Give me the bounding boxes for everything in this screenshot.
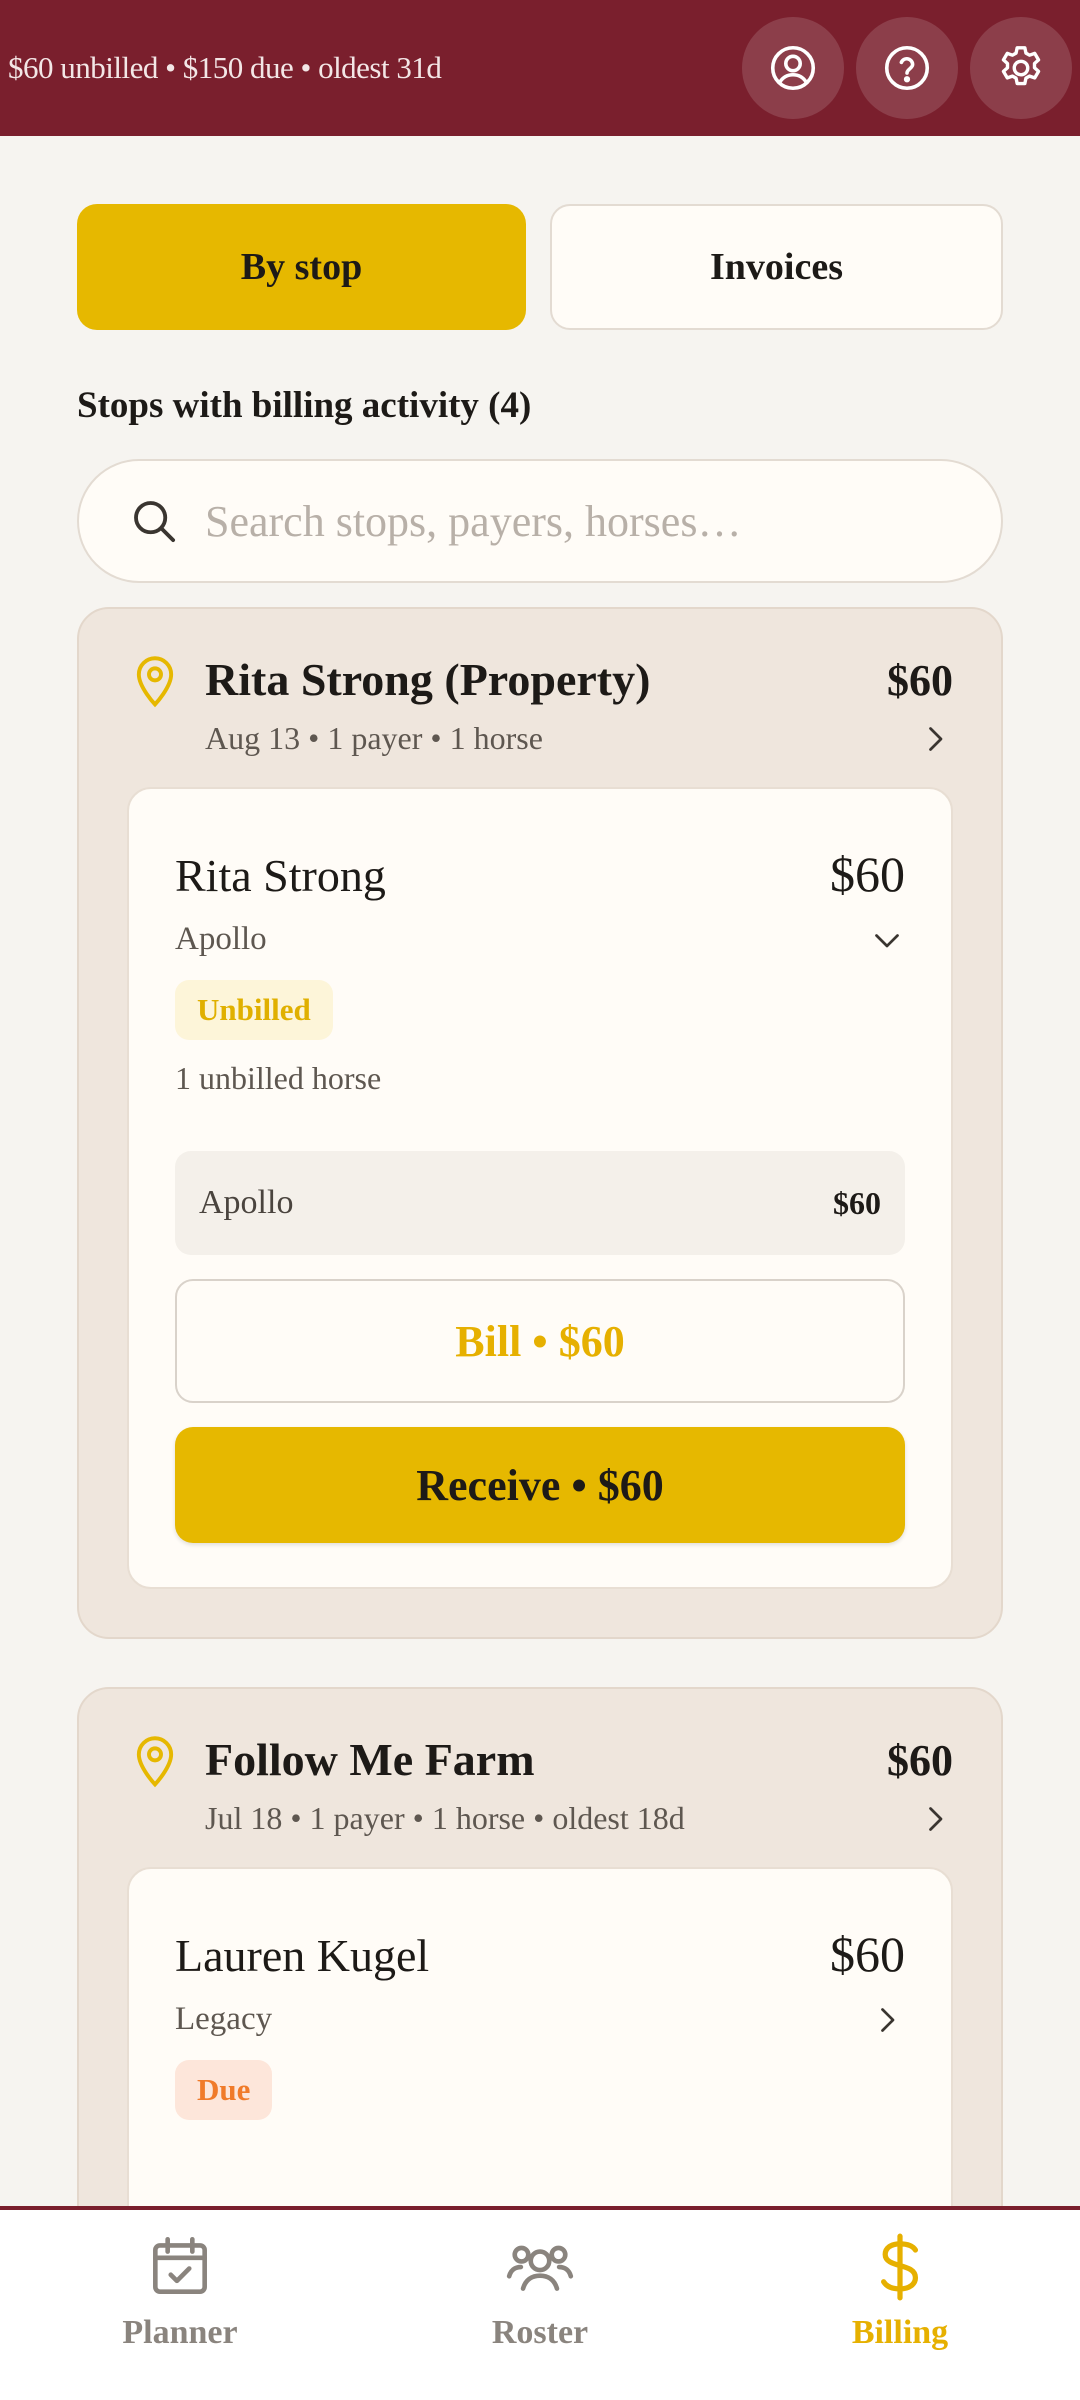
status-badge: Unbilled bbox=[175, 980, 333, 1040]
stop-info: Rita Strong (Property) $60 Aug 13 • 1 pa… bbox=[205, 653, 953, 757]
nav-label: Billing bbox=[851, 2314, 949, 2351]
receive-button[interactable]: Receive • $60 bbox=[175, 1427, 905, 1543]
stop-meta: Jul 18 • 1 payer • 1 horse • oldest 18d bbox=[205, 1800, 685, 1836]
chevron-down-icon[interactable] bbox=[869, 922, 905, 958]
bill-button[interactable]: Bill • $60 bbox=[175, 1279, 905, 1403]
stop-card: Follow Me Farm $60 Jul 18 • 1 payer • 1 … bbox=[77, 1687, 1003, 2208]
payer-name: Lauren Kugel bbox=[175, 1930, 430, 1981]
chevron-right-icon[interactable] bbox=[917, 1801, 953, 1837]
chevron-right-icon[interactable] bbox=[917, 721, 953, 757]
section-title: Stops with billing activity (4) bbox=[77, 385, 532, 426]
help-button[interactable] bbox=[856, 17, 958, 119]
nav-billing[interactable]: Billing bbox=[750, 2230, 1050, 2352]
line-item-amount: $60 bbox=[833, 1184, 881, 1221]
line-item-name: Apollo bbox=[199, 1184, 294, 1221]
calendar-check-icon bbox=[153, 2236, 207, 2294]
search-bar[interactable] bbox=[77, 459, 1003, 583]
stop-amount: $60 bbox=[887, 1736, 953, 1785]
stop-header[interactable]: Follow Me Farm $60 Jul 18 • 1 payer • 1 … bbox=[127, 1733, 953, 1837]
stop-info: Follow Me Farm $60 Jul 18 • 1 payer • 1 … bbox=[205, 1733, 953, 1837]
payer-horses: Legacy bbox=[175, 2001, 273, 2037]
payer-card: Rita Strong $60 Apollo Unbilled 1 unbill… bbox=[127, 787, 953, 1589]
line-item: Apollo $60 bbox=[175, 1151, 905, 1255]
nav-planner[interactable]: Planner bbox=[30, 2230, 330, 2352]
payer-amount: $60 bbox=[830, 846, 905, 902]
nav-roster[interactable]: Roster bbox=[390, 2230, 690, 2352]
settings-button[interactable] bbox=[970, 17, 1072, 119]
location-pin-icon bbox=[136, 1736, 174, 1788]
dollar-icon bbox=[881, 2233, 919, 2301]
payer-note: 1 unbilled horse bbox=[175, 1060, 382, 1096]
nav-label: Planner bbox=[122, 2314, 238, 2351]
app-header: $60 unbilled • $150 due • oldest 31d bbox=[0, 0, 1080, 136]
view-toggle: By stop Invoices bbox=[77, 204, 1003, 330]
tab-invoices[interactable]: Invoices bbox=[550, 204, 1003, 330]
stop-meta: Aug 13 • 1 payer • 1 horse bbox=[205, 720, 543, 756]
payer-card: Lauren Kugel $60 Legacy Due bbox=[127, 1867, 953, 2208]
location-pin-icon bbox=[136, 656, 174, 708]
payer-amount: $60 bbox=[830, 1926, 905, 1982]
main-content[interactable]: By stop Invoices Stops with billing acti… bbox=[0, 136, 1080, 2208]
users-icon bbox=[506, 2245, 574, 2291]
payer-name: Rita Strong bbox=[175, 850, 386, 901]
billing-summary: $60 unbilled • $150 due • oldest 31d bbox=[8, 50, 442, 85]
stop-name: Rita Strong (Property) bbox=[205, 654, 651, 705]
search-icon bbox=[134, 501, 176, 543]
header-actions bbox=[742, 17, 1080, 119]
profile-button[interactable] bbox=[742, 17, 844, 119]
profile-icon bbox=[770, 45, 816, 91]
bottom-nav: Planner Roster Billing bbox=[0, 2206, 1080, 2400]
nav-label: Roster bbox=[491, 2314, 589, 2351]
status-badge: Due bbox=[175, 2060, 273, 2120]
stop-card: Rita Strong (Property) $60 Aug 13 • 1 pa… bbox=[77, 607, 1003, 1639]
stop-amount: $60 bbox=[887, 656, 953, 705]
payer-horses: Apollo bbox=[175, 921, 267, 957]
settings-icon bbox=[1001, 46, 1041, 86]
tab-by-stop[interactable]: By stop bbox=[77, 204, 526, 330]
stop-header[interactable]: Rita Strong (Property) $60 Aug 13 • 1 pa… bbox=[127, 653, 953, 757]
search-input[interactable] bbox=[205, 495, 965, 547]
stop-name: Follow Me Farm bbox=[205, 1734, 535, 1785]
chevron-right-icon[interactable] bbox=[869, 2002, 905, 2038]
help-icon bbox=[884, 45, 930, 91]
